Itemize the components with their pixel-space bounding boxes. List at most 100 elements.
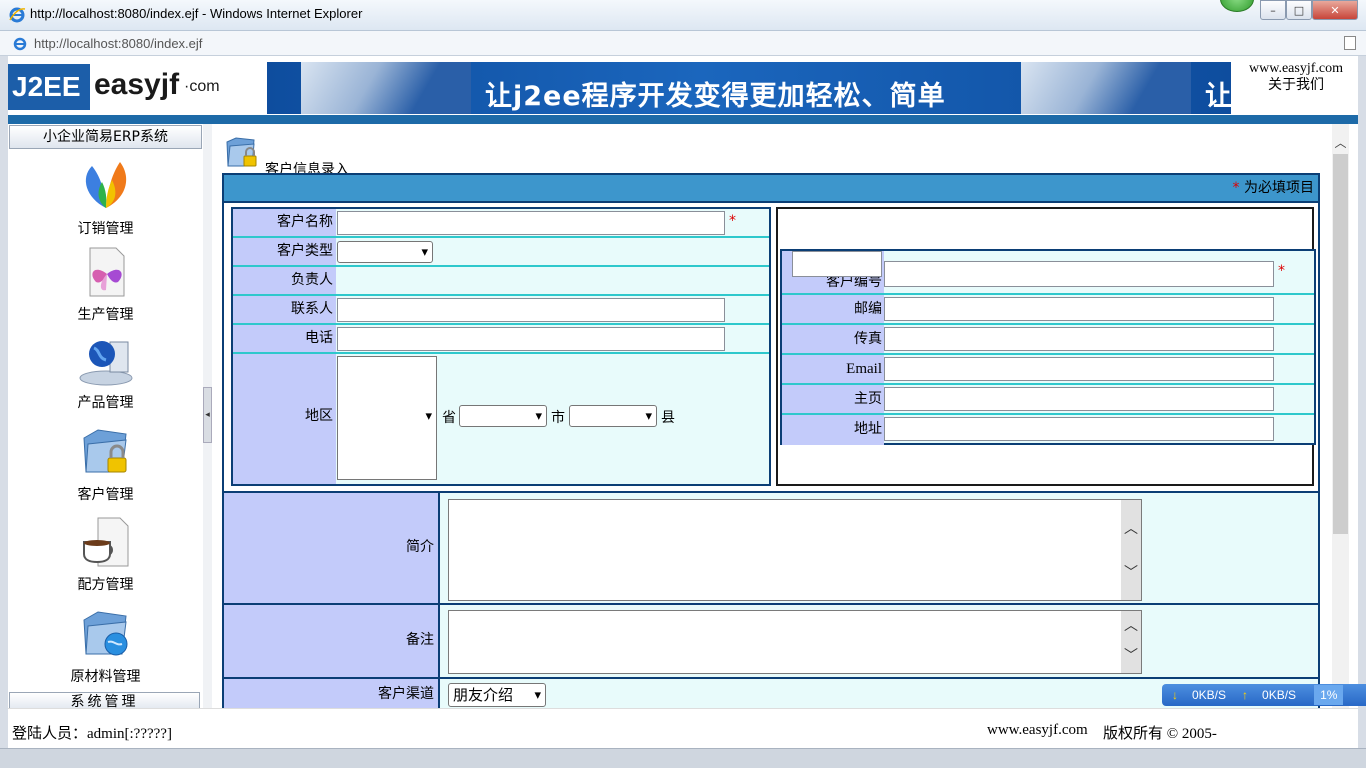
sidebar-header[interactable]: 小企业简易ERP系统 xyxy=(9,125,202,149)
customer-no-prefix-input[interactable] xyxy=(792,251,882,277)
row-manager: 负责人 xyxy=(233,267,769,296)
contact-label: 联系人 xyxy=(233,296,336,323)
postcode-input[interactable] xyxy=(884,297,1274,321)
window-titlebar: http://localhost:8080/index.ejf - Window… xyxy=(0,0,1366,31)
maximize-button[interactable]: □ xyxy=(1286,0,1312,20)
textarea-scrollbar[interactable]: ︿ ﹀ xyxy=(1121,611,1141,673)
contact-input[interactable] xyxy=(337,298,725,322)
address-input[interactable] xyxy=(884,417,1274,441)
address-url[interactable]: http://localhost:8080/index.ejf xyxy=(34,36,202,51)
channel-value: 朋友介绍 xyxy=(453,686,514,704)
email-input[interactable] xyxy=(884,357,1274,381)
address-bar[interactable]: http://localhost:8080/index.ejf xyxy=(0,31,1366,56)
remark-textarea[interactable]: ︿ ﹀ xyxy=(448,610,1142,674)
channel-label: 客户渠道 xyxy=(224,679,440,708)
sidebar-item-production[interactable]: 生产管理 xyxy=(8,244,203,324)
content-scrollbar[interactable]: ︿ xyxy=(1332,124,1349,708)
sidebar-footer-system[interactable]: 系统管理 xyxy=(9,692,200,708)
customer-form: 客户名称 * 客户类型 ▾ 负责人 联系人 电话 地区 ▾ 省 ▾ 市 ▾ 县 … xyxy=(222,203,1320,493)
close-button[interactable]: ✕ xyxy=(1312,0,1358,20)
sidebar-item-label: 配方管理 xyxy=(77,577,134,593)
intro-textarea[interactable]: ︿ ﹀ xyxy=(448,499,1142,601)
sidebar-item-formula[interactable]: 配方管理 xyxy=(8,514,203,594)
banner-site-link[interactable]: www.easyjf.com xyxy=(1240,60,1352,77)
required-star: * xyxy=(729,213,736,229)
channel-select[interactable]: 朋友介绍 ▾ xyxy=(448,683,546,707)
network-speed-widget[interactable]: ↓ 0KB/S ↑ 0KB/S 1% xyxy=(1162,684,1366,706)
customer-name-label: 客户名称 xyxy=(233,209,336,236)
row-intro: 简介 ︿ ﹀ xyxy=(224,491,1318,603)
cpu-percent: 1% xyxy=(1314,685,1344,705)
sidebar-item-label: 订销管理 xyxy=(77,221,134,237)
city-select[interactable]: ▾ xyxy=(569,405,657,427)
address-label: 地址 xyxy=(782,415,884,445)
chevron-down-icon: ▾ xyxy=(425,409,432,424)
coffee-cup-icon xyxy=(82,517,128,567)
textarea-scrollbar[interactable]: ︿ ﹀ xyxy=(1121,500,1141,600)
required-note-bar: * 为必填项目 xyxy=(222,173,1320,203)
sidebar-splitter[interactable]: ◂ xyxy=(203,124,212,708)
customer-no-input[interactable] xyxy=(884,261,1274,287)
left-form-table: 客户名称 * 客户类型 ▾ 负责人 联系人 电话 地区 ▾ 省 ▾ 市 ▾ 县 xyxy=(231,207,771,486)
page-favicon-icon xyxy=(13,37,27,51)
page-compat-icon[interactable] xyxy=(1344,36,1356,50)
row-postcode: 邮编 xyxy=(782,295,1314,325)
chevron-up-icon[interactable]: ︿ xyxy=(1121,615,1141,635)
row-phone: 电话 xyxy=(233,325,769,354)
postcode-label: 邮编 xyxy=(782,295,884,323)
right-form-panel: 客户编号 * 邮编 传真 Email 主页 地址 xyxy=(776,207,1316,486)
download-speed: 0KB/S xyxy=(1192,688,1227,702)
about-us-link[interactable]: 关于我们 xyxy=(1240,77,1352,94)
folder-lock-icon xyxy=(82,429,127,473)
folder-globe-icon xyxy=(82,611,127,656)
city-suffix: 市 xyxy=(551,410,565,426)
chevron-up-icon[interactable]: ︿ xyxy=(1121,518,1141,538)
province-suffix: 省 xyxy=(442,410,456,426)
remark-label: 备注 xyxy=(224,605,440,677)
fax-input[interactable] xyxy=(884,327,1274,351)
sidebar-item-customer[interactable]: 客户管理 xyxy=(8,424,203,504)
status-orb-icon xyxy=(1220,0,1254,12)
window-title: http://localhost:8080/index.ejf - Window… xyxy=(30,6,363,21)
country-listbox[interactable]: ▾ xyxy=(337,356,437,480)
customer-type-select[interactable]: ▾ xyxy=(337,241,433,263)
chevron-down-icon: ▾ xyxy=(535,409,542,424)
chevron-down-icon[interactable]: ﹀ xyxy=(1121,562,1141,582)
homepage-input[interactable] xyxy=(884,387,1274,411)
footer-site-link[interactable]: www.easyjf.com xyxy=(987,722,1088,739)
row-fax: 传真 xyxy=(782,325,1314,355)
sidebar-item-label: 生产管理 xyxy=(77,307,134,323)
site-banner: J2EE easyjf ·com 让j2ee程序开发变得更加轻松、简单 让 ww… xyxy=(8,56,1358,124)
main-content: 客户信息录入 * 为必填项目 客户名称 * 客户类型 ▾ 负责人 联系人 电话 … xyxy=(212,124,1332,708)
customer-type-label: 客户类型 xyxy=(233,238,336,265)
scrollbar-thumb[interactable] xyxy=(1333,154,1348,534)
sidebar-item-material[interactable]: 原材料管理 xyxy=(8,606,203,686)
sidebar: 小企业简易ERP系统 订销管理 生产管理 产品管理 客户管理 配方管理 原材料管… xyxy=(8,124,203,708)
minimize-button[interactable]: – xyxy=(1260,0,1286,20)
upload-arrow-icon: ↑ xyxy=(1242,688,1249,702)
row-customer-no: 客户编号 * xyxy=(782,251,1314,295)
collapse-arrow-icon[interactable]: ◂ xyxy=(203,387,212,443)
bottom-form-table: 简介 ︿ ﹀ 备注 ︿ ﹀ 客户渠道 朋友介绍 ▾ xyxy=(222,491,1320,708)
phone-label: 电话 xyxy=(233,325,336,352)
sidebar-item-sales[interactable]: 订销管理 xyxy=(8,158,203,238)
row-channel: 客户渠道 朋友介绍 ▾ xyxy=(224,677,1318,708)
chevron-up-icon[interactable]: ︿ xyxy=(1332,134,1349,154)
globe-computer-icon xyxy=(79,341,132,386)
row-contact: 联系人 xyxy=(233,296,769,325)
upload-speed: 0KB/S xyxy=(1262,688,1297,702)
status-bar: 登陆人员：admin[:?????] www.easyjf.com 版权所有 ©… xyxy=(8,708,1358,748)
chevron-down-icon[interactable]: ﹀ xyxy=(1121,645,1141,665)
phone-input[interactable] xyxy=(337,327,725,351)
sidebar-item-product[interactable]: 产品管理 xyxy=(8,332,203,412)
butterfly-logo-icon xyxy=(85,162,126,208)
county-suffix: 县 xyxy=(661,410,675,426)
province-select[interactable]: ▾ xyxy=(459,405,547,427)
row-customer-type: 客户类型 ▾ xyxy=(233,238,769,267)
site-logo[interactable]: J2EE easyjf ·com xyxy=(8,64,258,110)
folder-lock-icon xyxy=(226,137,257,167)
internet-explorer-icon xyxy=(9,7,26,23)
banner-slogan-repeat: 让 xyxy=(1205,81,1231,112)
customer-name-input[interactable] xyxy=(337,211,725,235)
login-user: 登陆人员：admin[:?????] xyxy=(12,726,172,742)
